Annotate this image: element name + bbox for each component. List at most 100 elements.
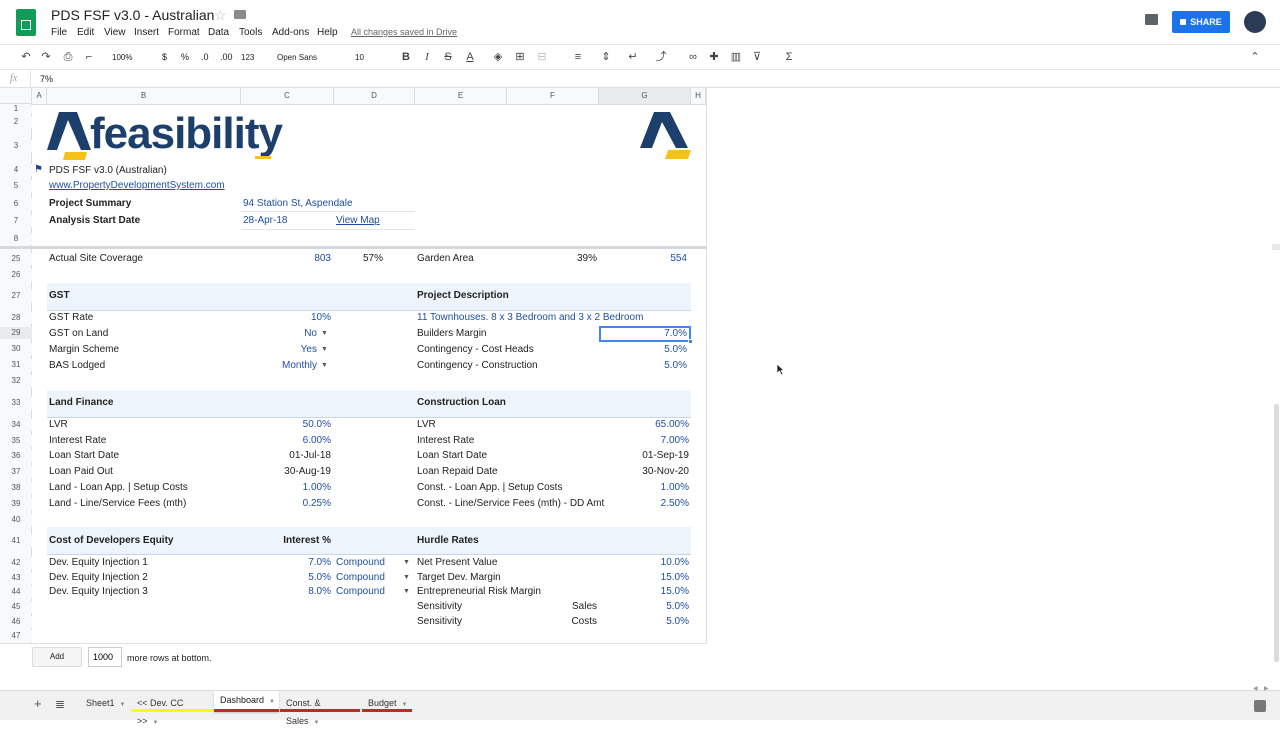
all-sheets-icon[interactable]: ≣ [55,698,65,710]
tab-menu-icon[interactable]: ▼ [153,720,159,726]
const-loan-repaid-label[interactable]: Loan Repaid Date [417,466,498,478]
row-header[interactable]: 4 [0,164,32,176]
gst-rate-label[interactable]: GST Rate [49,312,93,324]
land-interest-label[interactable]: Interest Rate [49,435,106,447]
const-loan-start-value[interactable]: 01-Sep-19 [599,450,689,462]
margin-scheme-label[interactable]: Margin Scheme [49,344,119,356]
gst-on-land-select[interactable]: No [241,328,317,340]
font-size-select[interactable]: 10 [355,52,364,64]
contingency-cost-heads-value[interactable]: 5.0% [599,344,687,356]
collapse-toolbar-icon[interactable]: ⌃ [1246,50,1264,64]
site-coverage-label[interactable]: Actual Site Coverage [49,253,143,265]
equity-1-rate[interactable]: 7.0% [241,557,331,569]
functions-icon[interactable]: Σ [780,50,798,64]
row-header[interactable]: 30 [0,343,32,355]
const-interest-label[interactable]: Interest Rate [417,435,474,447]
row-header[interactable]: 32 [0,375,32,387]
menu-edit[interactable]: Edit [77,27,94,39]
sensitivity-sales-value[interactable]: 5.0% [599,601,689,613]
tab-menu-icon[interactable]: ▼ [402,702,408,708]
star-icon[interactable]: ☆ [214,7,227,23]
row-header[interactable]: 43 [0,572,32,584]
equity-3-label[interactable]: Dev. Equity Injection 3 [49,586,148,598]
site-coverage-pct[interactable]: 57% [334,253,383,265]
dropdown-arrow-icon[interactable]: ▼ [321,344,328,356]
dropdown-arrow-icon[interactable]: ▼ [403,586,410,598]
redo-icon[interactable]: ↷ [37,50,55,64]
const-loan-start-label[interactable]: Loan Start Date [417,450,487,462]
project-description-text[interactable]: 11 Townhouses. 8 x 3 Bedroom and 3 x 2 B… [417,312,643,324]
scroll-left-icon[interactable]: ◀ [1253,683,1258,695]
garden-area-pct[interactable]: 39% [507,253,597,265]
menu-format[interactable]: Format [168,27,200,39]
target-margin-label[interactable]: Target Dev. Margin [417,572,501,584]
row-header[interactable]: 27 [0,290,32,302]
sheet-tab-dev-cc[interactable]: << Dev. CC >> ▼ [131,694,213,726]
const-lvr-value[interactable]: 65.00% [599,419,689,431]
builders-margin-label[interactable]: Builders Margin [417,328,486,340]
land-setup-costs-value[interactable]: 1.00% [241,482,331,494]
row-header[interactable]: 34 [0,419,32,431]
land-lvr-label[interactable]: LVR [49,419,68,431]
zoom-select[interactable]: 100% [112,52,132,64]
land-loan-paid-label[interactable]: Loan Paid Out [49,466,113,478]
land-loan-paid-value[interactable]: 30-Aug-19 [241,466,331,478]
menu-tools[interactable]: Tools [239,27,262,39]
chart-icon[interactable]: ▥ [727,50,745,64]
land-service-fees-value[interactable]: 0.25% [241,498,331,510]
npv-label[interactable]: Net Present Value [417,557,497,569]
menu-data[interactable]: Data [208,27,229,39]
equity-2-type[interactable]: Compound [336,572,385,584]
row-header[interactable]: 35 [0,435,32,447]
dropdown-arrow-icon[interactable]: ▼ [321,328,328,340]
font-select[interactable]: Open Sans [277,52,317,64]
decrease-decimals[interactable]: .0 [201,51,209,63]
const-service-fees-value[interactable]: 2.50% [599,498,689,510]
row-header[interactable]: 1 [0,105,32,113]
wrap-icon[interactable]: ↵ [624,50,642,64]
analysis-start-value[interactable]: 28-Apr-18 [243,215,287,227]
contingency-construction-value[interactable]: 5.0% [599,360,687,372]
sensitivity-sales-label[interactable]: Sensitivity [417,601,462,613]
freeze-divider[interactable] [0,246,706,249]
risk-margin-value[interactable]: 15.0% [599,586,689,598]
menu-insert[interactable]: Insert [134,27,159,39]
const-interest-value[interactable]: 7.00% [599,435,689,447]
row-header[interactable]: 2 [0,116,32,128]
bold-icon[interactable]: B [397,50,415,64]
sheet-tab-const-sales[interactable]: Const. & Sales ▼ [280,694,360,726]
sheets-logo[interactable] [16,9,36,36]
land-interest-value[interactable]: 6.00% [241,435,331,447]
view-map-link[interactable]: View Map [336,215,380,227]
target-margin-value[interactable]: 15.0% [599,572,689,584]
sensitivity-costs-value[interactable]: 5.0% [599,616,689,628]
row-header[interactable]: 38 [0,482,32,494]
row-header[interactable]: 42 [0,557,32,569]
menu-help[interactable]: Help [317,27,338,39]
tab-menu-icon[interactable]: ▼ [314,720,320,726]
column-header-d[interactable]: D [334,88,415,104]
scroll-right-icon[interactable]: ▶ [1264,683,1269,695]
print-icon[interactable]: ⎙ [59,50,77,64]
sensitivity-sales-sub[interactable]: Sales [507,601,597,613]
npv-value[interactable]: 10.0% [599,557,689,569]
equity-2-label[interactable]: Dev. Equity Injection 2 [49,572,148,584]
row-header[interactable]: 40 [0,514,32,526]
row-header[interactable]: 7 [0,215,32,227]
more-formats[interactable]: 123 [241,52,254,64]
row-header[interactable]: 6 [0,198,32,210]
comment-icon[interactable]: ✚ [705,50,723,64]
percent-format[interactable]: % [181,51,189,63]
land-setup-costs-label[interactable]: Land - Loan App. | Setup Costs [49,482,188,494]
align-icon[interactable]: ≡ [569,50,587,64]
add-rows-button[interactable]: Add [32,647,82,667]
vertical-scrollbar-thumb[interactable] [1274,404,1279,662]
sensitivity-costs-sub[interactable]: Costs [507,616,597,628]
row-header[interactable]: 29 [0,327,32,339]
row-header[interactable]: 31 [0,359,32,371]
column-header-c[interactable]: C [241,88,334,104]
folder-icon[interactable] [234,10,246,19]
share-button[interactable]: SHARE [1172,11,1230,33]
text-color-icon[interactable]: A [461,50,479,64]
borders-icon[interactable]: ⊞ [511,50,529,64]
